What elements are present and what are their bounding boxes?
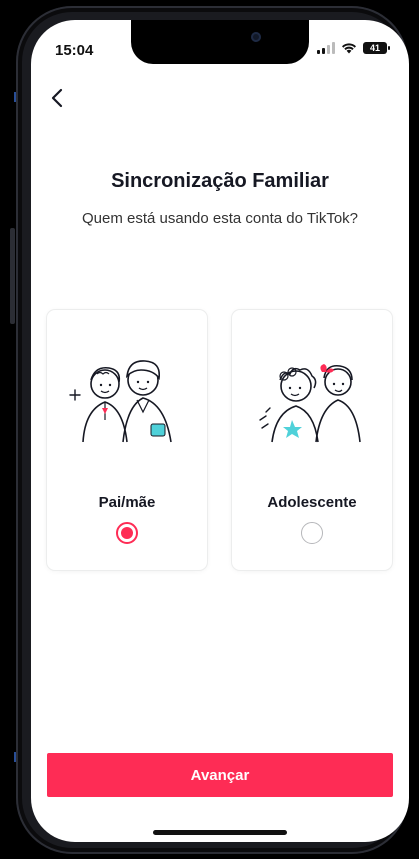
notch	[131, 20, 309, 64]
side-button	[10, 228, 15, 324]
option-label-parent: Pai/mãe	[98, 494, 156, 511]
battery-icon: 41	[363, 42, 390, 54]
home-indicator	[153, 830, 287, 835]
teens-illustration	[259, 364, 361, 443]
wifi-icon	[342, 43, 356, 54]
status-time: 15:04	[55, 42, 94, 59]
option-card-teen[interactable]: Adolescente	[232, 310, 392, 570]
status-icons: 41	[317, 42, 390, 54]
option-label-teen: Adolescente	[267, 494, 357, 511]
page-subtitle: Quem está usando esta conta do TikTok?	[82, 210, 358, 227]
camera-icon	[251, 32, 261, 42]
back-button[interactable]	[45, 86, 69, 110]
radio-teen-unselected[interactable]	[301, 522, 323, 544]
app-stage: 15:04 41 Sincronização Familiar Quem est…	[0, 0, 419, 859]
radio-parent-selected[interactable]	[116, 522, 138, 544]
page-title: Sincronização Familiar	[111, 170, 329, 192]
chevron-left-icon	[51, 88, 63, 108]
signal-icon	[317, 42, 335, 54]
parents-illustration	[69, 360, 172, 443]
option-card-parent[interactable]: Pai/mãe	[47, 310, 207, 570]
next-button[interactable]: Avançar	[47, 753, 393, 797]
phone-screen: 15:04 41 Sincronização Familiar Quem est…	[31, 20, 409, 842]
battery-level: 41	[369, 43, 380, 53]
